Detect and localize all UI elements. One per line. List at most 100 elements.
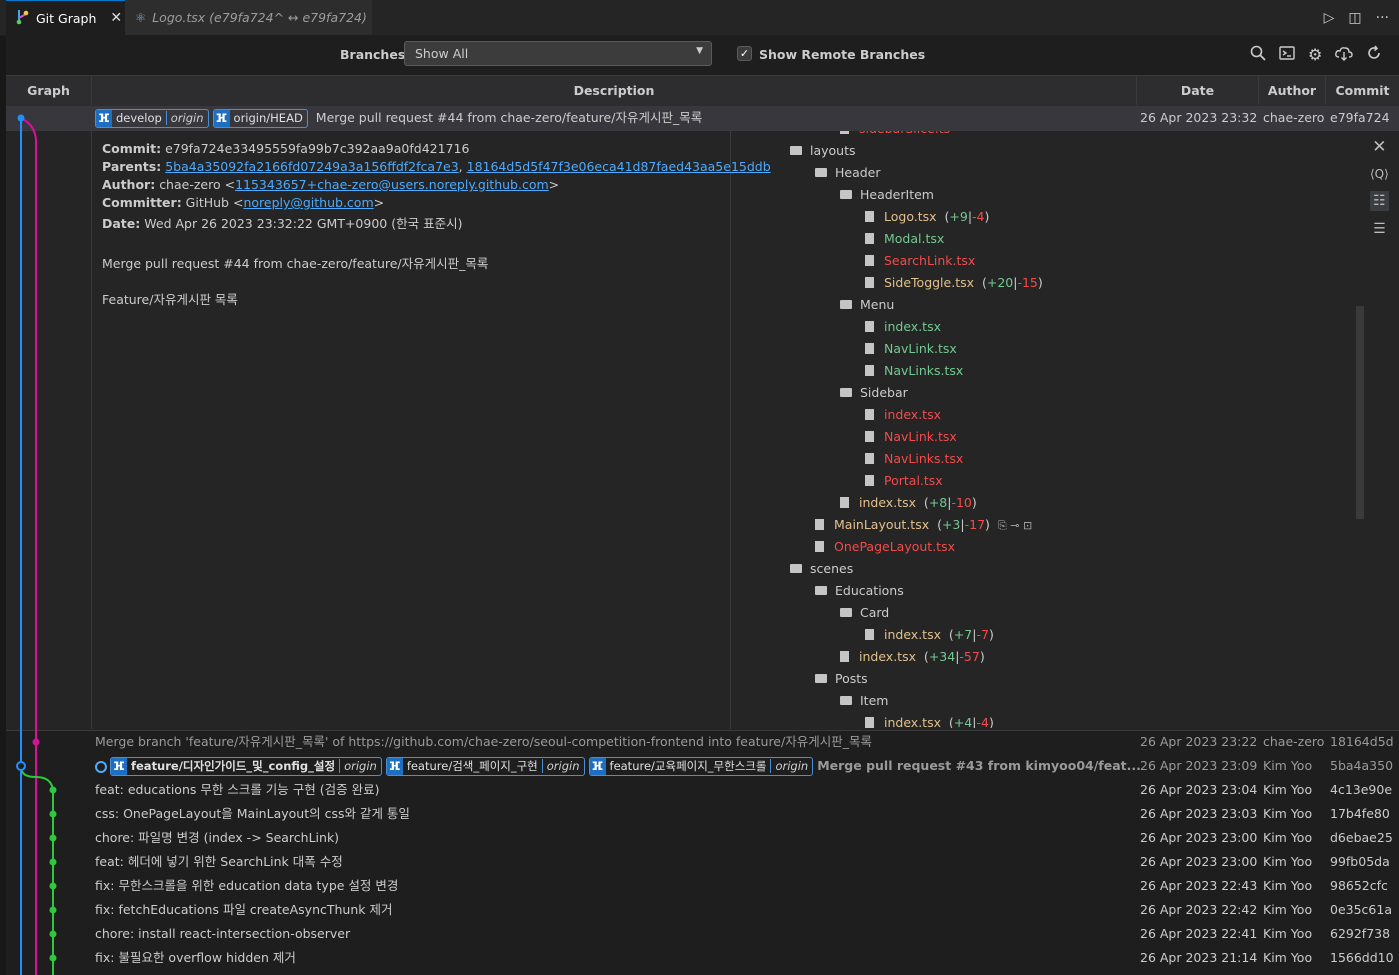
tree-file[interactable]: index.tsx [865, 319, 941, 334]
column-commit[interactable]: Commit [1326, 76, 1399, 105]
tree-file[interactable]: sidebarSlice.ts [840, 131, 950, 136]
branch-ref[interactable]: ⴼ develop origin [95, 109, 209, 128]
tree-folder[interactable]: layouts [790, 143, 856, 158]
tree-file[interactable]: SearchLink.tsx [865, 253, 975, 268]
cloud-download-icon[interactable] [1335, 45, 1354, 65]
refresh-icon[interactable] [1366, 45, 1382, 65]
committer-email-link[interactable]: noreply@github.com [243, 195, 373, 210]
close-icon[interactable]: ✕ [1372, 137, 1386, 157]
tree-item-label: Card [860, 605, 890, 620]
tree-file[interactable]: Logo.tsx (+9|-4) [865, 209, 989, 224]
list-view-icon[interactable]: ☰ [1373, 221, 1386, 237]
commit-row[interactable]: fix: 무한스크롤을 위한 education data type 설정 변경… [6, 874, 1399, 898]
code-review-icon[interactable]: ⟨Q⟩ [1370, 167, 1389, 181]
tree-folder[interactable]: Posts [815, 671, 868, 686]
tree-item-label: index.tsx [884, 715, 941, 728]
tree-view-icon[interactable]: ☷ [1370, 191, 1389, 211]
commit-row[interactable]: fix: fetchEducations 파일 createAsyncThunk… [6, 898, 1399, 922]
tree-file[interactable]: index.tsx (+34|-57) [840, 649, 985, 664]
tree-folder[interactable]: Sidebar [840, 385, 908, 400]
tree-item-label: layouts [810, 143, 856, 158]
commit-hash: d6ebae25 [1330, 830, 1393, 845]
commit-message: feat: 헤더에 넣기 위한 SearchLink 대폭 수정 [95, 854, 343, 869]
tree-file[interactable]: Portal.tsx [865, 473, 943, 488]
react-icon: ⚛ [135, 10, 147, 25]
commit-row[interactable]: feat: educations 무한 스크롤 기능 구현 (검증 완료) 26 … [6, 778, 1399, 802]
commit-hash: 18164d5d [1330, 734, 1394, 749]
file-actions[interactable]: ⎘ ⊸ ⊡ [998, 519, 1032, 532]
tree-folder[interactable]: Educations [815, 583, 904, 598]
tree-item-label: sidebarSlice.ts [859, 131, 950, 136]
commit-row[interactable]: chore: install react-intersection-observ… [6, 922, 1399, 946]
commit-row[interactable]: ⴼ feature/디자인가이드_및_config_설정 origin ⴼ featur… [6, 754, 1399, 778]
tree-file[interactable]: MainLayout.tsx (+3|-17) ⎘ ⊸ ⊡ [815, 517, 1032, 533]
search-icon[interactable] [1250, 45, 1266, 65]
file-icon [840, 131, 849, 134]
commit-date: 26 Apr 2023 22:43 [1140, 878, 1258, 893]
parent-link[interactable]: 5ba4a35092fa2166fd07249a3a156ffdf2fca7e3 [165, 159, 458, 174]
split-editor-icon[interactable]: ◫ [1348, 10, 1361, 26]
tree-file[interactable]: SideToggle.tsx (+20|-15) [865, 275, 1043, 290]
commit-row[interactable]: chore: 파일명 변경 (index -> SearchLink) 26 Ap… [6, 826, 1399, 850]
branch-ref[interactable]: ⴼ feature/디자인가이드_및_config_설정 origin [110, 757, 382, 776]
tree-folder[interactable]: scenes [790, 561, 853, 576]
tree-file[interactable]: index.tsx (+7|-7) [865, 627, 994, 642]
commit-node[interactable] [17, 114, 25, 122]
tree-item-label: index.tsx [859, 495, 916, 510]
parent-link[interactable]: 18164d5d5f47f3e06eca41d87faed43aa5e15ddb [467, 159, 771, 174]
open-file-icon: ⊡ [1022, 519, 1033, 532]
commit-row[interactable]: css: OnePageLayout을 MainLayout의 css와 같게 … [6, 802, 1399, 826]
column-description[interactable]: Description [92, 76, 1137, 105]
commit-message: fix: 무한스크롤을 위한 education data type 설정 변경 [95, 878, 399, 893]
commit-date: 26 Apr 2023 23:22 [1140, 734, 1258, 749]
commit-author: chae-zero [1263, 110, 1325, 125]
tab-logo-diff[interactable]: ⚛ Logo.tsx (e79fa724^ ↔ e79fa724) [125, 0, 373, 35]
show-remote-checkbox[interactable]: ✓ [737, 46, 752, 61]
branch-ref[interactable]: ⴼ feature/검색_페이지_구현 origin [385, 757, 585, 776]
tree-file[interactable]: NavLink.tsx [865, 429, 957, 444]
selected-commit-row[interactable]: ⴼ develop origin ⴼ origin/HEAD Merge pull re… [6, 106, 1399, 130]
commit-row[interactable]: fix: 불필요한 overflow hidden 제거 26 Apr 2023 … [6, 946, 1399, 970]
tree-folder[interactable]: Card [840, 605, 889, 620]
tab-git-graph[interactable]: Git Graph ✕ [6, 0, 125, 35]
commit-author: Kim Yoo [1263, 878, 1313, 893]
branch-icon: ⴼ [589, 758, 606, 775]
tree-file[interactable]: NavLinks.tsx [865, 451, 963, 466]
gear-icon[interactable]: ⚙ [1308, 45, 1322, 65]
tree-file[interactable]: NavLink.tsx [865, 341, 957, 356]
tree-file[interactable]: index.tsx (+8|-10) [840, 495, 977, 510]
commit-description: feat: educations 무한 스크롤 기능 구현 (검증 완료) [95, 778, 1135, 802]
detail-body-line: Feature/자유게시판 목록 [102, 292, 238, 307]
tree-file[interactable]: NavLinks.tsx [865, 363, 963, 378]
commit-row[interactable]: Merge branch 'feature/자유게시판_목록' of https… [6, 730, 1399, 754]
tree-item-label: SideToggle.tsx [884, 275, 975, 290]
branch-ref[interactable]: ⴼ origin/HEAD [212, 109, 308, 128]
terminal-icon[interactable] [1279, 45, 1295, 65]
tree-folder[interactable]: HeaderItem [840, 187, 934, 202]
more-icon[interactable]: ··· [1376, 10, 1389, 26]
detail-parents: Parents: 5ba4a35092fa2166fd07249a3a156ff… [102, 159, 771, 174]
tree-folder[interactable]: Header [815, 165, 881, 180]
column-graph[interactable]: Graph [6, 76, 92, 105]
tree-file[interactable]: index.tsx (+4|-4) [865, 715, 994, 728]
run-icon[interactable]: ▷ [1324, 10, 1335, 26]
tree-scrollbar[interactable] [1356, 306, 1364, 519]
tree-item-label: NavLinks.tsx [884, 363, 964, 378]
tree-item-label: NavLinks.tsx [884, 451, 964, 466]
tree-folder[interactable]: Item [840, 693, 888, 708]
line-stat: (+20|-15) [974, 275, 1043, 290]
column-author[interactable]: Author [1259, 76, 1326, 105]
tree-folder[interactable]: Menu [840, 297, 894, 312]
branch-ref[interactable]: ⴼ feature/교육페이지_무한스크롤 origin [588, 757, 814, 776]
tree-file[interactable]: Modal.tsx [865, 231, 944, 246]
commit-description: feat: 헤더에 넣기 위한 SearchLink 대폭 수정 [95, 850, 1135, 874]
author-email-link[interactable]: 115343657+chae-zero@users.noreply.github… [235, 177, 549, 192]
branches-dropdown[interactable]: Show All ▼ [404, 41, 712, 66]
tree-file[interactable]: OnePageLayout.tsx [815, 539, 955, 554]
tree-file[interactable]: index.tsx [865, 407, 941, 422]
close-icon[interactable]: ✕ [110, 10, 122, 26]
detail-body-line: Merge pull request #44 from chae-zero/fe… [102, 256, 489, 271]
commit-row[interactable]: feat: 헤더에 넣기 위한 SearchLink 대폭 수정 26 Apr 2… [6, 850, 1399, 874]
column-date[interactable]: Date [1137, 76, 1259, 105]
editor-actions: ▷ ◫ ··· [1324, 0, 1389, 35]
